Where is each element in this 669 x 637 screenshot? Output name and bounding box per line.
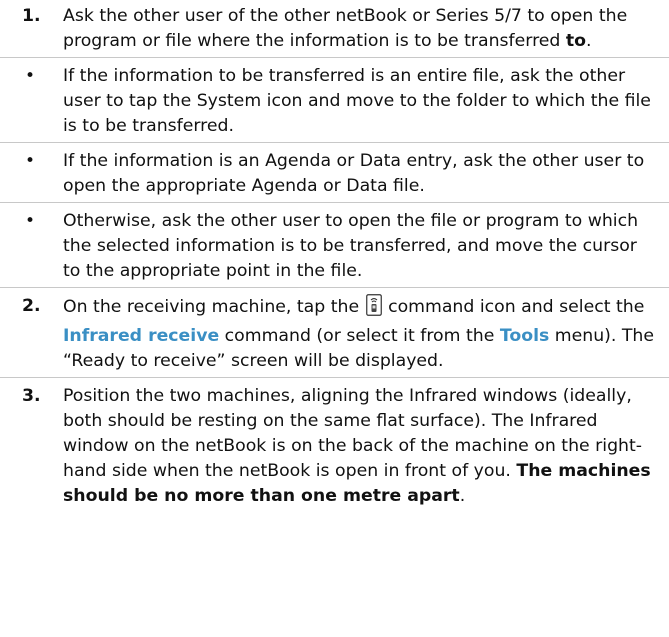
step-text-part: . [459,486,466,506]
tools-menu-name: Tools [499,326,550,346]
bullet-text: If the information to be transferred is … [63,66,651,136]
infrared-command-icon [365,294,382,324]
step-number: 3. [22,386,41,406]
step-text-part: command (or select it from the [219,326,500,346]
step-number: 2. [22,296,41,316]
step-number: 1. [22,6,41,26]
bullet-text: If the information is an Agenda or Data … [63,151,645,196]
bullet-item: • If the information is an Agenda or Dat… [0,149,669,203]
step-text: Ask the other user of the other netBook … [63,6,627,51]
emphasis-to: to [565,31,587,51]
bullet-text: Otherwise, ask the other user to open th… [63,211,639,281]
step-text: On the receiving machine, tap the comman… [63,294,654,371]
bullet-symbol: • [25,66,36,86]
step-text-part: command icon and select the [382,297,645,317]
step-2: 2. On the receiving machine, tap the com… [0,294,669,378]
step-text: Position the two machines, aligning the … [63,386,651,506]
bullet-symbol: • [25,151,36,171]
bullet-item: • Otherwise, ask the other user to open … [0,209,669,288]
step-text-part: On the receiving machine, tap the [63,297,365,317]
step-text-part: Ask the other user of the other netBook … [63,6,628,51]
bullet-item: • If the information to be transferred i… [0,64,669,143]
step-1: 1. Ask the other user of the other netBo… [0,4,669,58]
step-text-part: . [586,31,592,51]
step-3: 3. Position the two machines, aligning t… [0,384,669,512]
document-page: 1. Ask the other user of the other netBo… [0,0,669,637]
bullet-symbol: • [25,211,36,231]
infrared-receive-command: Infrared receive [63,326,220,346]
